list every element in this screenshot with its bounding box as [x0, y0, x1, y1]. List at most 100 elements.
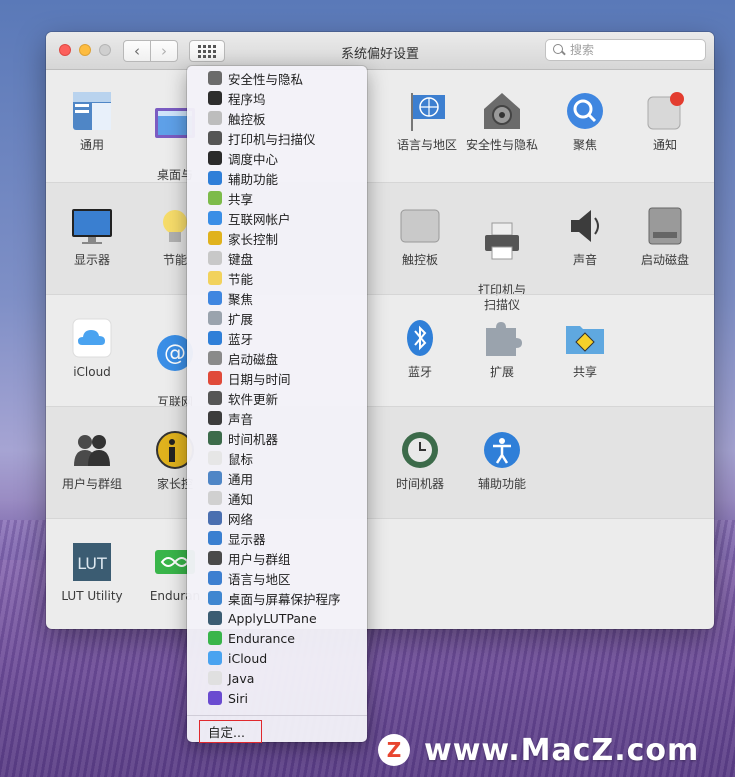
printer-icon	[481, 220, 523, 262]
accessibility-icon	[208, 171, 222, 185]
menu-item[interactable]: 聚焦	[187, 288, 367, 308]
menu-item[interactable]: 扩展	[187, 308, 367, 328]
pref-trackpad[interactable]: 触控板	[379, 205, 461, 268]
pref-notifications[interactable]: 通知	[624, 90, 706, 153]
trackpad-icon	[208, 111, 222, 125]
menu-item-label: 键盘	[228, 251, 254, 267]
menu-item[interactable]: 键盘	[187, 248, 367, 268]
users-icon	[208, 551, 222, 565]
menu-item[interactable]: 时间机器	[187, 428, 367, 448]
pref-label: 通用	[79, 138, 104, 152]
menu-item[interactable]: Siri	[187, 688, 367, 708]
menu-item-label: 用户与群组	[228, 551, 291, 567]
menu-item-label: 程序坞	[228, 91, 266, 107]
menu-item[interactable]: 辅助功能	[187, 168, 367, 188]
menu-item[interactable]: 日期与时间	[187, 368, 367, 388]
pref-startup-disk[interactable]: 启动磁盘	[624, 205, 706, 268]
menu-item[interactable]: 触控板	[187, 108, 367, 128]
sharing-icon	[564, 317, 606, 359]
menu-item-label: 安全性与隐私	[228, 71, 304, 87]
menu-item[interactable]: 鼠标	[187, 448, 367, 468]
globe-icon	[208, 511, 222, 525]
menu-item[interactable]: 节能	[187, 268, 367, 288]
menu-item[interactable]: 通知	[187, 488, 367, 508]
siri-icon	[208, 691, 222, 705]
pref-lut-utility[interactable]: LUT LUT Utility	[51, 541, 133, 604]
watermark-text: www.MacZ.com	[424, 732, 700, 768]
menu-item[interactable]: Endurance	[187, 628, 367, 648]
pref-label: 共享	[572, 365, 597, 379]
menu-item[interactable]: 调度中心	[187, 148, 367, 168]
prefs-row-2: 显示器 节能 触控板 打印机与 扫描仪 声音 启动磁盘	[46, 182, 714, 312]
menu-item[interactable]: 声音	[187, 408, 367, 428]
pref-sound[interactable]: 声音	[544, 205, 626, 268]
menu-item[interactable]: 蓝牙	[187, 328, 367, 348]
sharing-icon	[208, 191, 222, 205]
menu-item-label: 日期与时间	[228, 371, 291, 387]
pref-label: 辅助功能	[477, 477, 526, 491]
pref-language-region[interactable]: 语言与地区	[386, 90, 468, 153]
menu-item[interactable]: 通用	[187, 468, 367, 488]
pref-security-privacy[interactable]: 安全性与隐私	[461, 90, 543, 153]
prefs-row-5: LUT LUT Utility Enduran	[46, 518, 714, 629]
pref-spotlight[interactable]: 聚焦	[544, 90, 626, 153]
menu-item-label: 家长控制	[228, 231, 279, 247]
menu-item[interactable]: 语言与地区	[187, 568, 367, 588]
mouse-icon	[208, 451, 222, 465]
pref-time-machine[interactable]: 时间机器	[379, 429, 461, 492]
menu-item[interactable]: 显示器	[187, 528, 367, 548]
menu-item[interactable]: 用户与群组	[187, 548, 367, 568]
trackpad-icon	[399, 205, 441, 247]
svg-text:LUT: LUT	[77, 554, 107, 573]
menu-item[interactable]: 家长控制	[187, 228, 367, 248]
pref-label: 蓝牙	[407, 365, 432, 379]
lock-house-icon	[208, 71, 222, 85]
menu-item-label: 桌面与屏幕保护程序	[228, 591, 341, 607]
menu-item[interactable]: ApplyLUTPane	[187, 608, 367, 628]
menu-item-label: 调度中心	[228, 151, 279, 167]
customize-menu-item[interactable]: 自定...	[199, 720, 262, 743]
pref-icloud[interactable]: iCloud	[51, 317, 133, 380]
bluetooth-icon	[208, 331, 222, 345]
pref-general[interactable]: 通用	[51, 90, 133, 153]
menu-item-label: iCloud	[228, 650, 268, 666]
pref-users-groups[interactable]: 用户与群组	[51, 429, 133, 492]
menu-item-label: 蓝牙	[228, 331, 254, 347]
search-icon	[552, 43, 566, 57]
watermark: Z www.MacZ.com	[378, 731, 699, 769]
menu-item[interactable]: 打印机与扫描仪	[187, 128, 367, 148]
menu-item[interactable]: 启动磁盘	[187, 348, 367, 368]
pref-extensions[interactable]: 扩展	[461, 317, 543, 380]
menu-item[interactable]: Java	[187, 668, 367, 688]
menu-item[interactable]: 软件更新	[187, 388, 367, 408]
menu-item[interactable]: 桌面与屏幕保护程序	[187, 588, 367, 608]
flag-icon	[406, 90, 448, 132]
menu-item[interactable]: 共享	[187, 188, 367, 208]
pref-displays[interactable]: 显示器	[51, 205, 133, 268]
menu-item-label: ApplyLUTPane	[228, 610, 317, 626]
flag-icon	[208, 571, 222, 585]
menu-item[interactable]: 网络	[187, 508, 367, 528]
menu-item-label: 时间机器	[228, 431, 279, 447]
menu-item[interactable]: 安全性与隐私	[187, 68, 367, 88]
menu-item-label: 聚焦	[228, 291, 254, 307]
pref-accessibility[interactable]: 辅助功能	[461, 429, 543, 492]
cloud-icon	[71, 317, 113, 359]
spotlight-icon	[208, 291, 222, 305]
search-field[interactable]	[545, 39, 706, 61]
menu-item[interactable]: 互联网帐户	[187, 208, 367, 228]
menu-item-label: 节能	[228, 271, 254, 287]
menu-item[interactable]: 程序坞	[187, 88, 367, 108]
menu-item[interactable]: iCloud	[187, 648, 367, 668]
bluetooth-icon	[399, 317, 441, 359]
pref-sharing[interactable]: 共享	[544, 317, 626, 380]
speaker-icon	[564, 205, 606, 247]
lut-icon	[208, 611, 222, 625]
menu-divider	[187, 715, 367, 716]
search-input[interactable]	[570, 43, 700, 57]
pref-bluetooth[interactable]: 蓝牙	[379, 317, 461, 380]
menu-item-label: 鼠标	[228, 451, 254, 467]
menu-item-label: 声音	[228, 411, 254, 427]
pref-label: 安全性与隐私	[465, 138, 538, 152]
menu-item-label: 网络	[228, 511, 254, 527]
